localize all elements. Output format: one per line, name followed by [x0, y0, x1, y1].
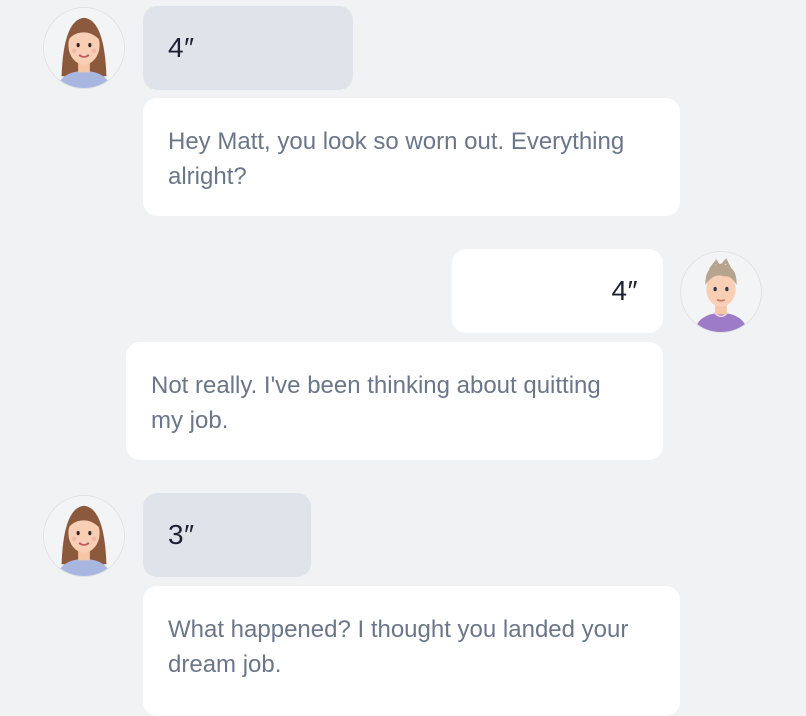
male-avatar	[680, 251, 762, 333]
voice-message-bubble[interactable]: 4″	[452, 249, 663, 333]
message-text: Hey Matt, you look so worn out. Everythi…	[168, 128, 625, 190]
voice-duration: 4″	[168, 32, 195, 63]
message-text-bubble: Hey Matt, you look so worn out. Everythi…	[143, 98, 680, 216]
female-avatar	[43, 7, 125, 89]
man-avatar-icon	[694, 258, 748, 332]
message-text: What happened? I thought you landed your…	[168, 616, 629, 678]
voice-message-bubble[interactable]: 4″	[143, 6, 353, 90]
message-text-bubble: Not really. I've been thinking about qui…	[126, 342, 663, 460]
voice-message-bubble[interactable]: 3″	[143, 493, 311, 577]
message-text-bubble: What happened? I thought you landed your…	[143, 586, 680, 716]
female-avatar	[43, 495, 125, 577]
voice-duration: 4″	[611, 275, 638, 306]
voice-duration: 3″	[168, 519, 195, 550]
woman-avatar-icon	[57, 17, 111, 88]
woman-avatar-icon	[57, 505, 111, 576]
message-text: Not really. I've been thinking about qui…	[151, 372, 601, 434]
